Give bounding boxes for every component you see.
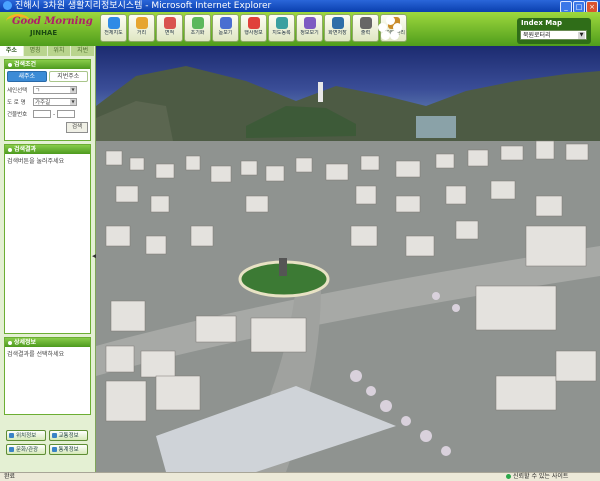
- refresh-icon: [191, 17, 204, 29]
- building-number-sub-input[interactable]: [57, 110, 76, 118]
- toolbar-button-0[interactable]: 전체지도: [100, 14, 127, 42]
- search-result-panel: 검색결과 검색버튼을 눌러주세요: [4, 144, 91, 334]
- 3d-city-scene: [96, 66, 600, 472]
- toolbar-button-7[interactable]: 정보보기: [296, 14, 323, 42]
- statistics-button[interactable]: 통계정보: [48, 444, 88, 455]
- chevron-down-icon: ▼: [70, 99, 76, 105]
- print-icon: [359, 17, 372, 29]
- building-number-separator: -: [53, 110, 56, 118]
- search-condition-panel: 검색조건 새주소 지번주소 세인선택 ㄱ ▼ 도 로 명 가주길 ▼ 건물번호 - …: [4, 59, 91, 141]
- save-icon: [331, 17, 344, 29]
- info-icon: [303, 17, 316, 29]
- title-bar: 진해시 3차원 생활지리정보시스템 - Microsoft Internet E…: [0, 0, 600, 13]
- culture-tour-button[interactable]: 문화/관광: [6, 444, 46, 455]
- area-icon: [163, 17, 176, 29]
- statistics-icon: [51, 447, 57, 452]
- traffic-info-button[interactable]: 교통정보: [48, 430, 88, 441]
- search-condition-title: 검색조건: [14, 61, 37, 68]
- index-map-title: Index Map: [521, 19, 562, 27]
- logo-line1: Good Morning: [12, 16, 93, 27]
- ie-icon: [3, 1, 12, 10]
- search-button[interactable]: 검색: [66, 122, 88, 133]
- toolbar-button-3[interactable]: 초기화: [184, 14, 211, 42]
- tab-location[interactable]: 위치: [48, 46, 72, 56]
- traffic-icon: [51, 433, 57, 438]
- search-result-message: 검색버튼을 눌러주세요: [7, 158, 65, 165]
- search-tabs: 주소 명칭 위치 지번: [0, 46, 95, 56]
- subtab-lot-address[interactable]: 지번주소: [48, 71, 88, 82]
- tab-name[interactable]: 명칭: [24, 46, 48, 56]
- map-icon: [275, 17, 288, 29]
- rotary-monument: [279, 258, 287, 276]
- detail-header: 상세정보: [5, 338, 90, 347]
- bottom-buttons: 위치정보 교통정보 문화/관광 통계정보: [6, 430, 88, 455]
- building-number-main-input[interactable]: [33, 110, 51, 118]
- field-label: 도 로 명: [7, 100, 26, 106]
- toolbar-button-5[interactable]: 행사정보: [240, 14, 267, 42]
- detail-title: 상세정보: [14, 339, 37, 346]
- field-row-initial: 세인선택 ㄱ ▼: [7, 85, 88, 95]
- toolbar-label: 거리: [136, 30, 147, 36]
- toolbar-label: 출력: [360, 30, 371, 36]
- detail-panel: 상세정보 검색결과를 선택하세요: [4, 337, 91, 415]
- initial-select[interactable]: ㄱ ▼: [33, 86, 77, 94]
- toolbar-label: 전체지도: [104, 30, 123, 36]
- location-info-button[interactable]: 위치정보: [6, 430, 46, 441]
- pin-icon: [247, 17, 260, 29]
- toolbar-button-6[interactable]: 지도동록: [268, 14, 295, 42]
- toolbar-button-4[interactable]: 돋보기: [212, 14, 239, 42]
- toolbar-label: 행사정보: [244, 30, 263, 36]
- magnifier-icon: [219, 17, 232, 29]
- field-label: 건물번호: [7, 112, 28, 118]
- search-result-header: 검색결과: [5, 145, 90, 154]
- logo-line2: JINHAE: [30, 29, 58, 37]
- toolbar-button-2[interactable]: 면적: [156, 14, 183, 42]
- toolbar-button-8[interactable]: 화면저장: [324, 14, 351, 42]
- culture-icon: [9, 447, 14, 452]
- index-map-select[interactable]: 북원로터리 ▼: [520, 30, 587, 40]
- toolbar-label: 지도동록: [272, 30, 291, 36]
- toolbar-button-1[interactable]: 거리: [128, 14, 155, 42]
- toolbar-label: 화면저장: [328, 30, 347, 36]
- window-title: 진해시 3차원 생활지리정보시스템 - Microsoft Internet E…: [15, 1, 272, 11]
- location-icon: [9, 433, 14, 438]
- toolbar-label: 정보보기: [300, 30, 319, 36]
- chevron-down-icon: ▼: [70, 87, 76, 93]
- toolbar-label: 돋보기: [218, 30, 233, 36]
- chevron-down-icon[interactable]: ▼: [578, 32, 585, 39]
- toolbar-label: 면적: [164, 30, 175, 36]
- toolbar-label: 초기화: [190, 30, 205, 36]
- logo: Good Morning JINHAE: [4, 14, 96, 44]
- bay-water: [416, 116, 456, 138]
- tab-lot-number[interactable]: 지번: [71, 46, 95, 56]
- detail-message: 검색결과를 선택하세요: [7, 351, 65, 358]
- ruler-icon: [135, 17, 148, 29]
- index-map: Index Map 북원로터리 ▼: [517, 18, 591, 44]
- main-toolbar: 전체지도거리면적초기화돋보기행사정보지도동록정보보기화면저장출력데이터관리: [100, 14, 408, 42]
- index-map-selected: 북원로터리: [523, 32, 551, 39]
- 3d-map-view[interactable]: [96, 46, 600, 472]
- left-panel: 주소 명칭 위치 지번 검색조건 새주소 지번주소 세인선택 ㄱ ▼ 도 로 명 …: [0, 46, 96, 472]
- cherry-blossom-icon: [378, 16, 402, 40]
- search-condition-header: 검색조건: [5, 60, 90, 69]
- toolbar-button-9[interactable]: 출력: [352, 14, 379, 42]
- subtab-new-address[interactable]: 새주소: [7, 71, 47, 82]
- globe-icon: [107, 17, 120, 29]
- field-row-road: 도 로 명 가주길 ▼: [7, 97, 88, 107]
- field-row-building: 건물번호 -: [7, 109, 88, 119]
- search-result-title: 검색결과: [14, 146, 37, 153]
- app-header: Good Morning JINHAE 전체지도 거리 면적 초기화 돋보기 행사정보 지도…: [0, 12, 600, 46]
- globe-icon: [506, 474, 511, 479]
- hill-tower: [318, 82, 323, 102]
- field-label: 세인선택: [7, 88, 28, 94]
- road-select[interactable]: 가주길 ▼: [33, 98, 77, 106]
- tab-address[interactable]: 주소: [0, 46, 24, 56]
